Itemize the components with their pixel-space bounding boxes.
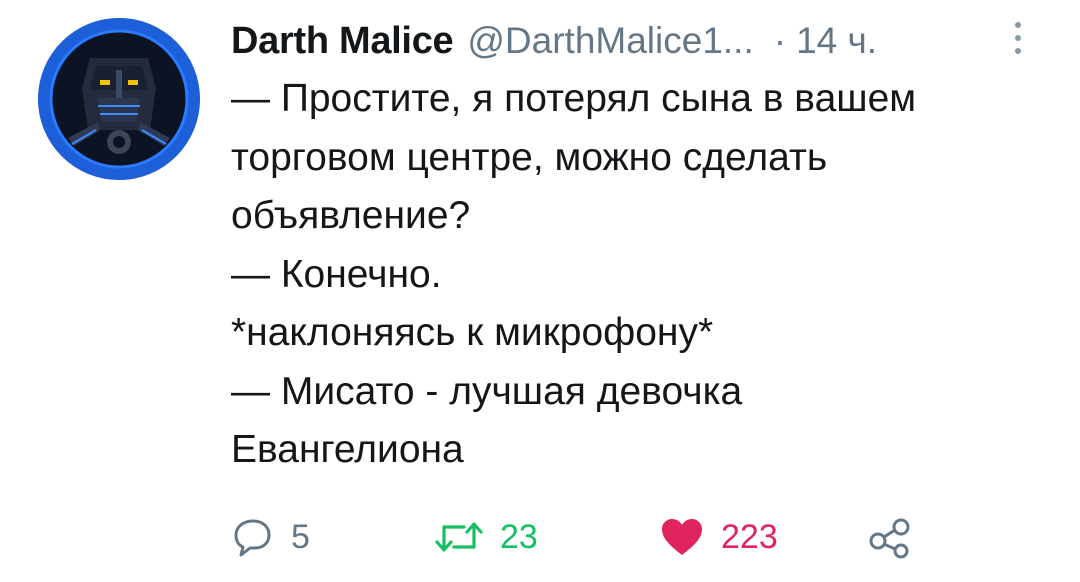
more-vertical-icon[interactable] — [1014, 22, 1022, 56]
tweet-header: Darth Malice @DarthMalice1... · 14 ч. — [231, 18, 1041, 64]
retweet-button[interactable]: 23 — [434, 512, 538, 562]
retweet-count: 23 — [500, 517, 538, 556]
like-count: 223 — [721, 517, 778, 556]
timestamp[interactable]: 14 ч. — [796, 20, 877, 62]
tweet-text-line: торговом центре, можно сделать — [231, 135, 828, 179]
heart-icon — [662, 519, 702, 555]
reply-button[interactable]: 5 — [231, 512, 310, 562]
tweet-text-line: — Конечно. — [231, 252, 442, 296]
separator-dot: · — [773, 20, 787, 61]
tweet-text-line: объявление? — [231, 194, 471, 237]
tweet-card[interactable]: Darth Malice @DarthMalice1... · 14 ч. — … — [0, 0, 1080, 582]
like-button[interactable]: 223 — [659, 512, 778, 562]
reply-icon — [234, 519, 271, 557]
tweet-text-line: — Мисато - лучшая девочка — [231, 369, 743, 413]
display-name[interactable]: Darth Malice — [231, 20, 454, 63]
retweet-icon — [435, 522, 483, 552]
avatar-image — [38, 18, 200, 180]
user-handle[interactable]: @DarthMalice1... — [467, 20, 753, 62]
tweet-text: — Простите, я потерял сына в вашем торго… — [231, 70, 1051, 480]
tweet-text-line: Евангелиона — [231, 428, 464, 471]
tweet-text-line: — Простите, я потерял сына в вашем — [231, 77, 917, 120]
share-icon — [869, 518, 910, 559]
tweet-actions: 5 23 223 — [231, 512, 1041, 562]
reply-count: 5 — [291, 517, 310, 556]
tweet-text-line: *наклоняясь к микрофону* — [231, 311, 714, 354]
share-button[interactable] — [867, 512, 913, 562]
avatar[interactable] — [38, 18, 200, 180]
